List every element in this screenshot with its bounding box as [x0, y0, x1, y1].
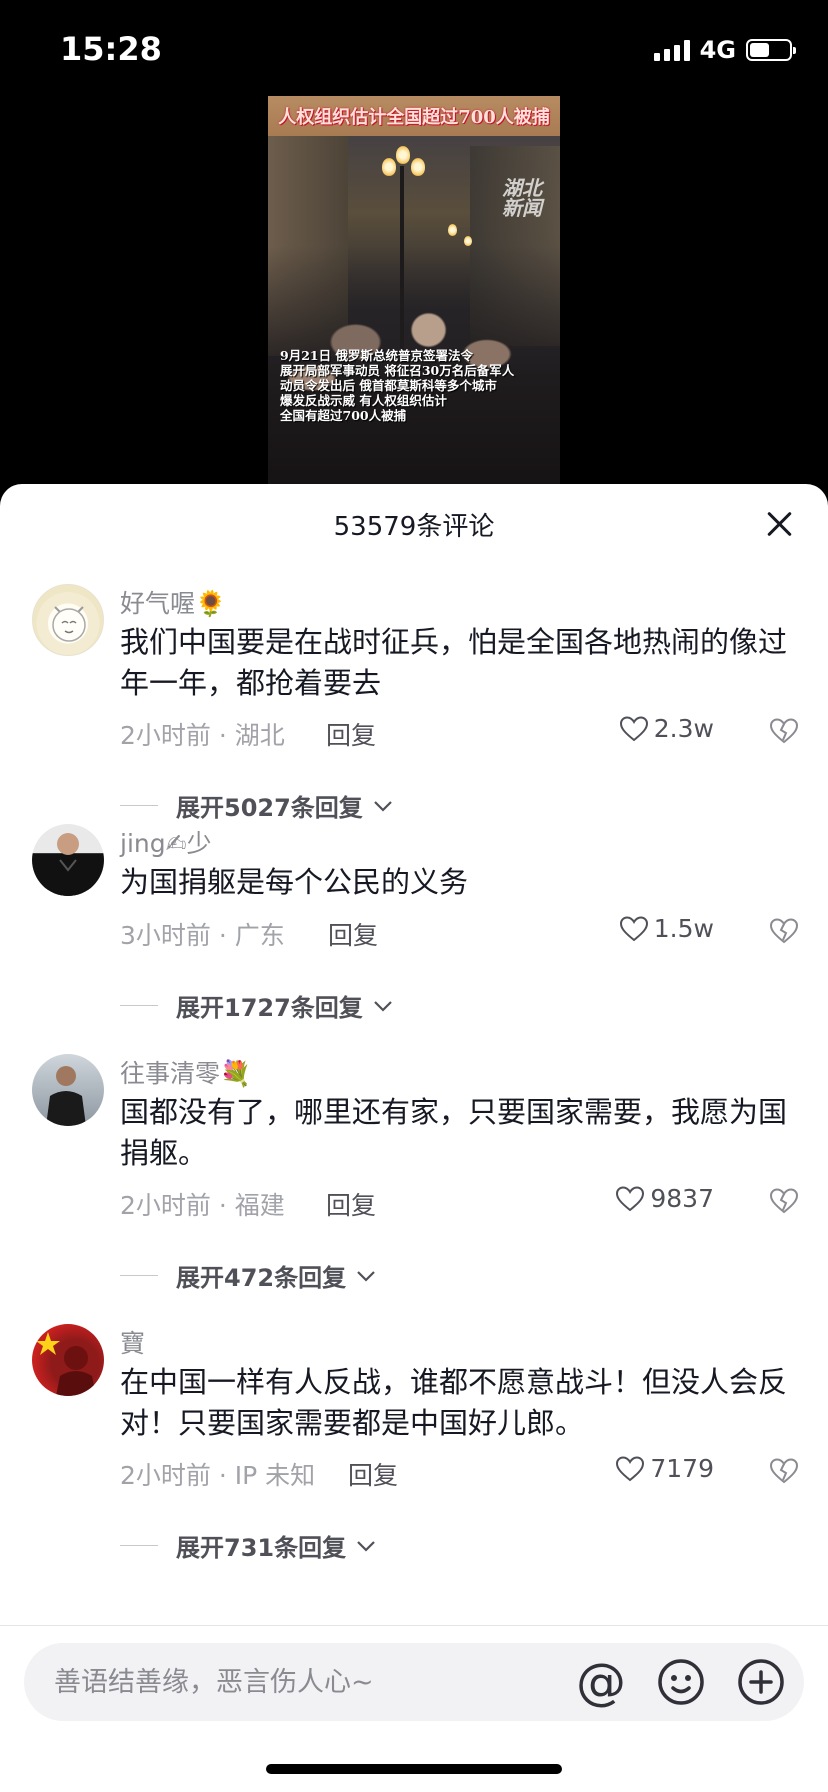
heart-icon — [619, 915, 648, 941]
comment-meta: 2小时前 · IP 未知 — [120, 1461, 316, 1490]
dislike-broken-heart-icon[interactable] — [770, 718, 798, 744]
chevron-down-icon — [357, 1270, 375, 1282]
dislike-broken-heart-icon[interactable] — [770, 918, 798, 944]
avatar[interactable] — [32, 584, 104, 656]
home-indicator[interactable] — [266, 1764, 562, 1774]
news-watermark: 湖北 新闻 — [502, 178, 542, 218]
network-type: 4G — [699, 36, 736, 64]
expand-replies-label: 展开5027条回复 — [176, 794, 363, 822]
like-button[interactable]: 2.3w — [619, 714, 714, 743]
flag-star-icon — [36, 1332, 96, 1396]
comment-username[interactable]: 好气喔🌻 — [120, 584, 226, 620]
expand-replies-label: 展开472条回复 — [176, 1264, 347, 1292]
like-button[interactable]: 7179 — [616, 1454, 714, 1483]
expand-replies-label: 展开731条回复 — [176, 1534, 347, 1562]
video-scene-lamp — [448, 224, 457, 236]
comment-count-title: 53579条评论 — [333, 512, 495, 542]
add-plus-icon[interactable] — [734, 1655, 788, 1709]
heart-icon — [616, 1455, 645, 1481]
like-count: 2.3w — [653, 714, 714, 743]
heart-icon — [619, 715, 648, 741]
bottom-divider — [0, 1625, 828, 1626]
expand-divider — [120, 1275, 158, 1276]
comment-text: 我们中国要是在战时征兵，怕是全国各地热闹的像过年一年，都抢着要去 — [120, 625, 788, 700]
video-scene-lamp — [464, 236, 472, 246]
video-player[interactable]: 人权组织估计全国超过700人被捕 湖北 新闻 9月21日 俄罗斯总统普京签署法令… — [268, 96, 560, 486]
expand-replies-button[interactable]: 展开731条回复 — [120, 1528, 376, 1563]
like-button[interactable]: 9837 — [616, 1184, 714, 1213]
watermark-line: 新闻 — [502, 196, 542, 220]
comment-text: 为国捐躯是每个公民的义务 — [120, 865, 469, 899]
reply-button[interactable]: 回复 — [348, 1456, 398, 1492]
heart-icon — [616, 1185, 645, 1211]
expand-replies-button[interactable]: 展开1727条回复 — [120, 988, 393, 1023]
emoji-icon[interactable] — [654, 1655, 708, 1709]
like-count: 9837 — [650, 1184, 714, 1213]
expand-replies-button[interactable]: 展开472条回复 — [120, 1258, 376, 1293]
video-caption: 9月21日 俄罗斯总统普京签署法令 展开局部军事动员 将征召30万名后备军人 动… — [280, 348, 515, 423]
expand-divider — [120, 1545, 158, 1546]
comments-sheet: 53579条评论 好气喔🌻 我们中国要是在战时征兵，怕是全国各地热闹的像过年一年… — [0, 484, 828, 1792]
video-scene-lamp — [411, 158, 425, 176]
expand-divider — [120, 805, 158, 806]
avatar[interactable] — [32, 1054, 104, 1126]
reply-button[interactable]: 回复 — [328, 916, 378, 952]
chevron-down-icon — [374, 1000, 392, 1012]
status-indicators: 4G — [653, 36, 796, 64]
expand-divider — [120, 1005, 158, 1006]
chevron-down-icon — [357, 1540, 375, 1552]
comment-username[interactable]: 往事清零💐 — [120, 1054, 251, 1090]
comment-text: 在中国一样有人反战，谁都不愿意战斗！但没人会反对！只要国家需要都是中国好儿郎。 — [120, 1365, 788, 1440]
comment-input[interactable] — [54, 1643, 574, 1721]
comment-input-bar: @ — [24, 1643, 804, 1721]
dislike-broken-heart-icon[interactable] — [770, 1458, 798, 1484]
status-bar: 15:28 4G — [0, 0, 828, 100]
comment-meta: 2小时前 · 湖北 — [120, 721, 285, 750]
reply-button[interactable]: 回复 — [326, 716, 376, 752]
video-banner: 人权组织估计全国超过700人被捕 — [268, 96, 560, 136]
status-time: 15:28 — [60, 30, 162, 68]
like-button[interactable]: 1.5w — [619, 914, 714, 943]
avatar[interactable] — [32, 1324, 104, 1396]
expand-replies-label: 展开1727条回复 — [176, 994, 363, 1022]
mention-at-icon[interactable]: @ — [572, 1653, 630, 1711]
comment-text: 国都没有了，哪里还有家，只要国家需要，我愿为国捐躯。 — [120, 1095, 788, 1170]
comment-username[interactable]: 寶 — [120, 1324, 145, 1360]
comment-meta: 2小时前 · 福建 — [120, 1191, 285, 1220]
battery-fill — [750, 43, 769, 57]
like-count: 1.5w — [653, 914, 714, 943]
watermark-line: 湖北 — [502, 176, 542, 200]
video-scene-lamp — [382, 158, 396, 176]
dislike-broken-heart-icon[interactable] — [770, 1188, 798, 1214]
comment-username[interactable]: jing✍少 — [120, 824, 212, 860]
person-avatar-icon — [42, 833, 94, 896]
video-scene-lamp — [396, 146, 410, 164]
battery-icon — [746, 39, 796, 61]
reply-button[interactable]: 回复 — [326, 1186, 376, 1222]
person-avatar-icon — [46, 1066, 86, 1126]
signal-icon — [653, 39, 690, 61]
like-count: 7179 — [650, 1454, 714, 1483]
close-button[interactable] — [766, 510, 794, 538]
expand-replies-button[interactable]: 展开5027条回复 — [120, 788, 393, 823]
avatar[interactable] — [32, 824, 104, 896]
chevron-down-icon — [374, 800, 392, 812]
comment-meta: 3小时前 · 广东 — [120, 921, 285, 950]
cartoon-avatar-icon — [52, 606, 86, 642]
